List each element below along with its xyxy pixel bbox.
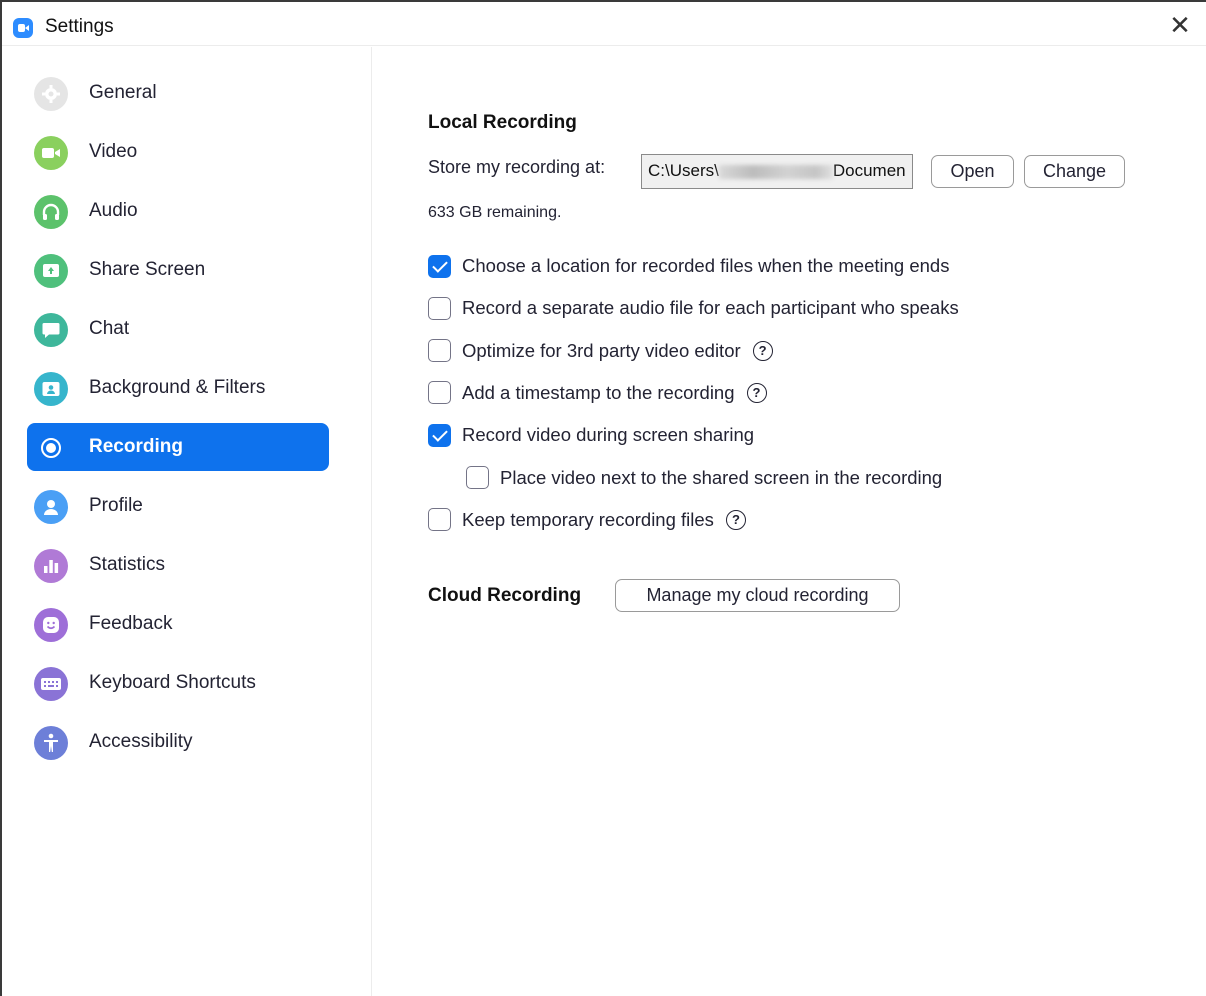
window-title: Settings: [45, 16, 114, 37]
cloud-recording-title: Cloud Recording: [428, 585, 582, 606]
sidebar-item-label: Recording: [89, 436, 183, 457]
option-row[interactable]: Record a separate audio file for each pa…: [428, 295, 959, 321]
option-row[interactable]: Place video next to the shared screen in…: [466, 465, 942, 491]
video-camera-icon: [34, 136, 68, 170]
open-folder-button[interactable]: Open: [931, 155, 1014, 188]
zoom-app-icon: [13, 18, 33, 38]
record-icon: [34, 431, 68, 465]
checkbox-checked[interactable]: [428, 254, 451, 278]
checkbox-unchecked[interactable]: [466, 466, 489, 489]
option-label: Add a timestamp to the recording: [462, 381, 735, 403]
sidebar-item-label: Statistics: [89, 554, 166, 575]
sidebar-item-label: Background & Filters: [89, 377, 266, 398]
option-label: Record a separate audio file for each pa…: [462, 297, 959, 319]
help-icon[interactable]: ?: [752, 340, 773, 361]
sidebar-item-statistics[interactable]: Statistics: [27, 541, 329, 589]
redacted-username: [718, 164, 833, 179]
sidebar-item-recording[interactable]: Recording: [27, 423, 329, 471]
sidebar-item-accessibility[interactable]: Accessibility: [27, 718, 329, 766]
share-screen-icon: [34, 254, 68, 288]
chat-bubble-icon: [34, 313, 68, 347]
sidebar-item-label: Accessibility: [89, 731, 193, 752]
option-label: Keep temporary recording files: [462, 508, 714, 530]
change-folder-button[interactable]: Change: [1024, 155, 1125, 188]
option-row[interactable]: Choose a location for recorded files whe…: [428, 253, 949, 279]
gear-icon: [34, 77, 68, 111]
option-label: Optimize for 3rd party video editor: [462, 339, 741, 361]
local-recording-title: Local Recording: [428, 112, 577, 133]
sidebar-item-feedback[interactable]: Feedback: [27, 600, 329, 648]
option-label: Choose a location for recorded files whe…: [462, 255, 950, 276]
sidebar-item-label: General: [89, 82, 157, 103]
option-label: Record video during screen sharing: [462, 424, 755, 446]
recording-path-field[interactable]: C:\Users\ Documen: [641, 154, 913, 189]
sidebar-item-label: Profile: [89, 495, 143, 516]
sidebar-item-video[interactable]: Video: [27, 128, 329, 176]
option-row[interactable]: Add a timestamp to the recording?: [428, 380, 767, 406]
store-recording-label: Store my recording at:: [428, 157, 606, 177]
sidebar-item-label: Video: [89, 141, 138, 162]
sidebar-item-share-screen[interactable]: Share Screen: [27, 246, 329, 294]
checkbox-unchecked[interactable]: [428, 381, 451, 405]
sidebar-item-keyboard-shortcuts[interactable]: Keyboard Shortcuts: [27, 659, 329, 707]
settings-window: Settings ✕ General Video Audio Share Screen…: [0, 0, 1206, 996]
option-label: Place video next to the shared screen in…: [500, 466, 943, 488]
checkbox-checked[interactable]: [428, 423, 451, 447]
sidebar-item-general[interactable]: General: [27, 69, 329, 117]
recording-settings-panel: Local Recording Store my recording at: C…: [373, 47, 1206, 996]
close-button[interactable]: ✕: [1162, 10, 1198, 40]
smiley-icon: [34, 608, 68, 642]
checkbox-unchecked[interactable]: [428, 508, 451, 532]
option-row[interactable]: Optimize for 3rd party video editor?: [428, 338, 773, 364]
sidebar-item-profile[interactable]: Profile: [27, 482, 329, 530]
sidebar-item-audio[interactable]: Audio: [27, 187, 329, 235]
title-bar: Settings ✕: [2, 2, 1206, 46]
storage-remaining: 633 GB remaining.: [428, 204, 562, 221]
bar-chart-icon: [34, 549, 68, 583]
help-icon[interactable]: ?: [725, 509, 746, 530]
keyboard-icon: [34, 667, 68, 701]
help-icon[interactable]: ?: [746, 382, 767, 403]
path-prefix: C:\Users\: [648, 161, 719, 180]
checkbox-unchecked[interactable]: [428, 339, 451, 363]
profile-person-icon: [34, 490, 68, 524]
path-suffix: Documen: [832, 161, 906, 180]
sidebar-item-label: Keyboard Shortcuts: [89, 672, 256, 693]
sidebar-item-label: Feedback: [89, 613, 173, 634]
sidebar-item-label: Share Screen: [89, 259, 206, 280]
sidebar-item-background-filters[interactable]: Background & Filters: [27, 364, 329, 412]
sidebar-item-label: Chat: [89, 318, 130, 339]
checkbox-unchecked[interactable]: [428, 296, 451, 320]
manage-cloud-recording-button[interactable]: Manage my cloud recording: [615, 579, 900, 612]
settings-sidebar: General Video Audio Share Screen Chat Backgro…: [2, 47, 372, 996]
background-person-icon: [34, 372, 68, 406]
option-row[interactable]: Record video during screen sharing: [428, 422, 754, 448]
sidebar-item-label: Audio: [89, 200, 138, 221]
option-row[interactable]: Keep temporary recording files?: [428, 507, 746, 533]
sidebar-item-chat[interactable]: Chat: [27, 305, 329, 353]
headphones-icon: [34, 195, 68, 229]
accessibility-person-icon: [34, 726, 68, 760]
